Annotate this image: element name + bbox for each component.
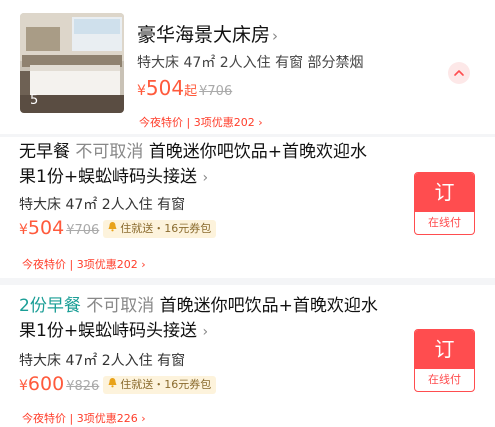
pay-online-label: 在线付	[428, 216, 461, 229]
chevron-right-icon: ›	[141, 412, 146, 425]
rate-plan[interactable]: 无早餐 不可取消 首晚迷你吧饮品+首晚欢迎水果1份+蜈蚣峙码头接送 › 特大床 …	[0, 137, 495, 278]
plan-perks: 首晚迷你吧饮品+首晚欢迎水果1份+蜈蚣峙码头接送	[19, 142, 368, 187]
breakfast-label: 2份早餐	[19, 296, 81, 316]
plan-price-value: 600	[27, 373, 65, 395]
bell-icon	[107, 220, 118, 238]
room-tonight-label: 今夜特价	[139, 116, 183, 129]
chevron-right-icon: ›	[258, 116, 263, 129]
collapse-button[interactable]	[448, 62, 470, 84]
chevron-right-icon: ›	[272, 27, 279, 45]
book-button[interactable]: 订 在线付	[414, 172, 475, 235]
plan-price-currency: ¥	[19, 378, 28, 394]
room-price: ¥504起 ¥706	[137, 76, 232, 100]
room-photo[interactable]: 5	[20, 13, 124, 113]
room-subtitle: 特大床 47㎡ 2人入住 有窗 部分禁烟	[137, 55, 364, 71]
room-deal-tags[interactable]: 今夜特价 | 3项优惠202 ›	[139, 114, 263, 130]
cancel-policy: 不可取消	[86, 296, 155, 316]
tag-divider: |	[186, 116, 191, 129]
plan-deal-tags[interactable]: 今夜特价 | 3项优惠202 ›	[22, 256, 146, 272]
room-card[interactable]: 5 豪华海景大床房 › 特大床 47㎡ 2人入住 有窗 部分禁烟 ¥504起 ¥70…	[0, 0, 495, 134]
room-title-text: 豪华海景大床房	[137, 24, 271, 46]
room-original-price: ¥706	[199, 84, 233, 99]
cancel-policy: 不可取消	[75, 142, 144, 162]
rate-plan[interactable]: 2份早餐 不可取消 首晚迷你吧饮品+首晚欢迎水果1份+蜈蚣峙码头接送 › 特大床…	[0, 285, 495, 427]
book-label: 订	[415, 173, 474, 212]
promo-text: 住就送・16元券包	[120, 378, 212, 391]
room-price-suffix: 起	[184, 84, 198, 99]
chevron-right-icon: ›	[202, 324, 209, 340]
chevron-up-icon	[454, 70, 464, 76]
plan-price-value: 504	[27, 217, 65, 239]
plan-details: 特大床 47㎡ 2人入住 有窗	[19, 353, 186, 369]
plan-price: ¥600 ¥826 住就送・16元券包	[19, 373, 217, 396]
breakfast-label: 无早餐	[19, 142, 70, 162]
book-button[interactable]: 订 在线付	[414, 329, 475, 392]
promo-text: 住就送・16元券包	[120, 222, 212, 235]
room-price-value: 504	[145, 76, 185, 100]
photo-count: 5	[30, 93, 39, 108]
promo-badge: 住就送・16元券包	[103, 376, 217, 394]
book-label: 订	[415, 330, 474, 369]
tag-divider: |	[69, 412, 74, 425]
plan-original-price: ¥706	[66, 223, 100, 238]
chevron-right-icon: ›	[141, 258, 146, 271]
plan-deal-tags[interactable]: 今夜特价 | 3项优惠226 ›	[22, 410, 146, 426]
plan-price: ¥504 ¥706 住就送・16元券包	[19, 217, 217, 240]
promo-badge: 住就送・16元券包	[103, 220, 217, 238]
room-offers-label: 3项优惠202	[193, 116, 255, 129]
plan-description[interactable]: 无早餐 不可取消 首晚迷你吧饮品+首晚欢迎水果1份+蜈蚣峙码头接送 ›	[19, 140, 379, 191]
plan-tonight-label: 今夜特价	[22, 412, 66, 425]
plan-details: 特大床 47㎡ 2人入住 有窗	[19, 197, 186, 213]
plan-original-price: ¥826	[66, 379, 100, 394]
chevron-right-icon: ›	[202, 170, 209, 186]
plan-offers-label: 3项优惠226	[76, 412, 138, 425]
plan-offers-label: 3项优惠202	[76, 258, 138, 271]
plan-tonight-label: 今夜特价	[22, 258, 66, 271]
plan-description[interactable]: 2份早餐 不可取消 首晚迷你吧饮品+首晚欢迎水果1份+蜈蚣峙码头接送 ›	[19, 294, 379, 345]
plan-price-currency: ¥	[19, 222, 28, 238]
room-title[interactable]: 豪华海景大床房 ›	[137, 20, 278, 47]
bell-icon	[107, 376, 118, 394]
tag-divider: |	[69, 258, 74, 271]
room-price-currency: ¥	[137, 83, 146, 99]
pay-online-label: 在线付	[428, 373, 461, 386]
